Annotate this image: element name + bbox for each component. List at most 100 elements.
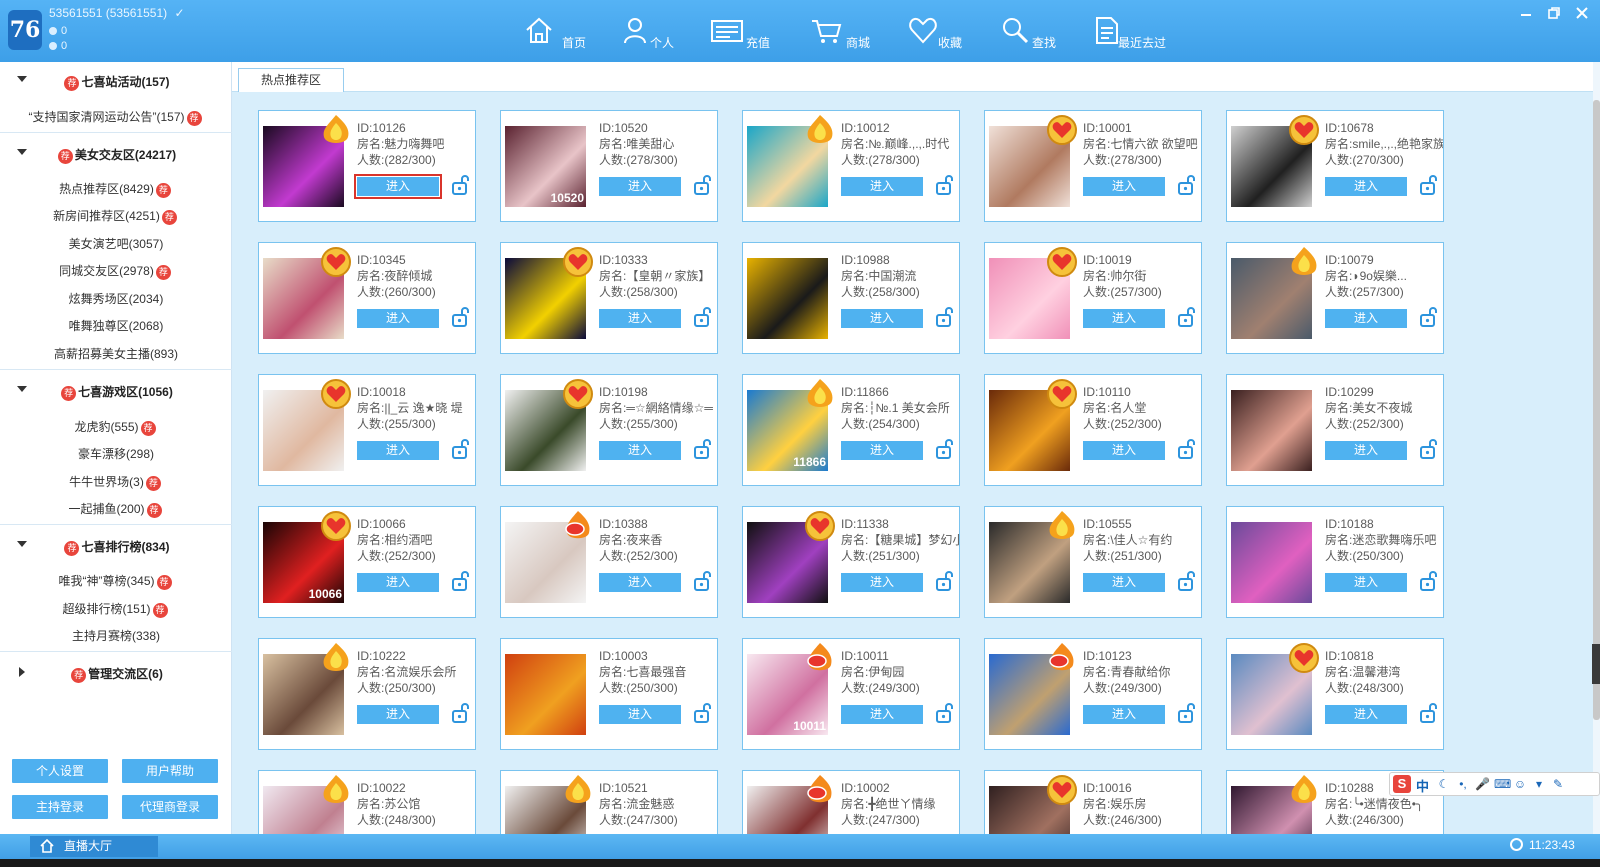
tools-icon[interactable]: ✎ (1551, 777, 1565, 791)
room-card[interactable]: ID:10022房名:苏公馆人数:(248/300)进入 (258, 770, 476, 834)
unlock-icon[interactable] (935, 306, 955, 328)
enter-room-button[interactable]: 进入 (1325, 177, 1407, 196)
unlock-icon[interactable] (935, 702, 955, 724)
enter-room-button[interactable]: 进入 (1083, 309, 1165, 328)
personal-settings-button[interactable]: 个人设置 (12, 759, 108, 783)
close-button[interactable] (1574, 6, 1590, 22)
nav-mall[interactable]: 商城 (810, 14, 880, 54)
room-card[interactable]: ID:10299 房名:美女不夜城 人数:(252/300) 进入 (1226, 374, 1444, 486)
enter-room-button[interactable]: 进入 (1325, 705, 1407, 724)
enter-room-button[interactable]: 进入 (599, 441, 681, 460)
punctuation-icon[interactable]: •, (1456, 777, 1470, 791)
sidebar-item[interactable]: 高薪招募美女主播(893) (0, 345, 232, 362)
room-card[interactable]: ID:10003 房名:七喜最强音 人数:(250/300) 进入 (500, 638, 718, 750)
room-card[interactable]: ID:10555 房名:\佳人☆有约 人数:(251/300) 进入 (984, 506, 1202, 618)
ime-mode[interactable]: 中 (1416, 776, 1429, 795)
user-help-button[interactable]: 用户帮助 (122, 759, 218, 783)
vertical-scrollbar[interactable] (1593, 62, 1600, 834)
room-thumbnail[interactable] (747, 258, 828, 339)
scrollbar-thumb[interactable] (1593, 100, 1600, 720)
sidebar-item[interactable]: 美女演艺吧(3057) (0, 235, 232, 252)
unlock-icon[interactable] (451, 570, 471, 592)
room-card[interactable]: ID:10123 房名:青春献给你 人数:(249/300) 进入 (984, 638, 1202, 750)
enter-room-button[interactable]: 进入 (357, 309, 439, 328)
sidebar-item[interactable]: 唯舞独尊区(2068) (0, 317, 232, 334)
room-card[interactable]: ID:10818 房名:温馨港湾 人数:(248/300) 进入 (1226, 638, 1444, 750)
room-card[interactable]: ID:10345 房名:夜醉倾城 人数:(260/300) 进入 (258, 242, 476, 354)
enter-room-button[interactable]: 进入 (599, 309, 681, 328)
sidebar-item[interactable]: 豪车漂移(298) (0, 445, 232, 462)
nav-home[interactable]: 首页 (524, 14, 594, 54)
room-card[interactable]: ID:10188 房名:迷恋歌舞嗨乐吧 人数:(250/300) 进入 (1226, 506, 1444, 618)
room-card[interactable]: ID:10079 房名:◗9o娱樂... 人数:(257/300) 进入 (1226, 242, 1444, 354)
room-card[interactable]: ID:10988 房名:中国潮流 人数:(258/300) 进入 (742, 242, 960, 354)
enter-room-button[interactable]: 进入 (354, 174, 442, 199)
unlock-icon[interactable] (693, 702, 713, 724)
room-card[interactable]: ID:10678 房名:smile,.,.,绝艳家族彡人数:(270/300) 进入 (1226, 110, 1444, 222)
unlock-icon[interactable] (1419, 570, 1439, 592)
unlock-icon[interactable] (693, 174, 713, 196)
unlock-icon[interactable] (1177, 438, 1197, 460)
minimize-button[interactable] (1518, 6, 1534, 22)
sidebar-item[interactable]: 一起捕鱼(200) 荐 (0, 500, 232, 518)
sidebar-group-3[interactable]: 荐七喜排行榜(834) (0, 528, 232, 564)
room-thumbnail[interactable]: 10520 (505, 126, 586, 207)
ime-toolbar[interactable]: S 中 ☾ •, 🎤 ⌨ ☺ ▾ ✎ (1389, 772, 1600, 796)
enter-room-button[interactable]: 进入 (1325, 573, 1407, 592)
enter-room-button[interactable]: 进入 (841, 573, 923, 592)
room-thumbnail[interactable] (505, 654, 586, 735)
enter-room-button[interactable]: 进入 (357, 573, 439, 592)
restore-button[interactable] (1546, 6, 1562, 22)
enter-room-button[interactable]: 进入 (357, 441, 439, 460)
unlock-icon[interactable] (1177, 174, 1197, 196)
enter-room-button[interactable]: 进入 (841, 309, 923, 328)
unlock-icon[interactable] (935, 174, 955, 196)
enter-room-button[interactable]: 进入 (599, 705, 681, 724)
sidebar-group-1[interactable]: 荐美女交友区(24217) (0, 136, 232, 172)
unlock-icon[interactable] (1177, 702, 1197, 724)
sidebar-item[interactable]: 唯我“神”尊榜(345) 荐 (0, 572, 232, 590)
unlock-icon[interactable] (1419, 702, 1439, 724)
enter-room-button[interactable]: 进入 (357, 705, 439, 724)
nav-favorites[interactable]: 收藏 (908, 14, 978, 54)
enter-room-button[interactable]: 进入 (841, 177, 923, 196)
sidebar-item[interactable]: 主持月赛榜(338) (0, 627, 232, 644)
unlock-icon[interactable] (451, 702, 471, 724)
moon-icon[interactable]: ☾ (1437, 777, 1451, 791)
microphone-icon[interactable]: 🎤 (1475, 777, 1490, 791)
nav-recent[interactable]: 最近去过 (1092, 14, 1182, 54)
unlock-icon[interactable] (935, 570, 955, 592)
sidebar-item[interactable]: 超级排行榜(151) 荐 (0, 600, 232, 618)
sidebar-item[interactable]: 同城交友区(2978) 荐 (0, 262, 232, 280)
room-card[interactable]: ID:10521房名:流金魅惑人数:(247/300)进入 (500, 770, 718, 834)
room-card[interactable]: ID:10002房名:╋绝世ㄚ情缘人数:(247/300)进入 (742, 770, 960, 834)
skin-icon[interactable]: ▾ (1532, 777, 1546, 791)
room-card[interactable]: 11866 ID:11866 房名:┆№.1 美女会所 人数:(254/300) 进入 (742, 374, 960, 486)
enter-room-button[interactable]: 进入 (841, 441, 923, 460)
unlock-icon[interactable] (451, 306, 471, 328)
agent-login-button[interactable]: 代理商登录 (122, 795, 218, 819)
room-card[interactable]: 10011 ID:10011 房名:伊甸园 人数:(249/300) 进入 (742, 638, 960, 750)
room-thumbnail[interactable] (1231, 522, 1312, 603)
sidebar-item[interactable]: 龙虎豹(555) 荐 (0, 418, 232, 436)
keyboard-icon[interactable]: ⌨ (1494, 777, 1511, 791)
enter-room-button[interactable]: 进入 (1083, 705, 1165, 724)
unlock-icon[interactable] (1419, 438, 1439, 460)
unlock-icon[interactable] (451, 438, 471, 460)
sidebar-group-0[interactable]: 荐七喜站活动(157) (0, 63, 232, 99)
enter-room-button[interactable]: 进入 (1325, 441, 1407, 460)
room-card[interactable]: 10520 ID:10520 房名:唯美甜心 人数:(278/300) 进入 (500, 110, 718, 222)
room-card[interactable]: ID:10198 房名:═☆網絡情缘☆═ 人数:(255/300) 进入 (500, 374, 718, 486)
nav-personal[interactable]: 个人 (620, 14, 680, 54)
room-card[interactable]: ID:10016房名:娱乐房人数:(246/300)进入 (984, 770, 1202, 834)
room-card[interactable]: ID:10126 房名:魅力嗨舞吧 人数:(282/300) 进入 (258, 110, 476, 222)
enter-room-button[interactable]: 进入 (1083, 573, 1165, 592)
room-card[interactable]: ID:10110 房名:名人堂 人数:(252/300) 进入 (984, 374, 1202, 486)
nav-search[interactable]: 查找 (1000, 14, 1070, 54)
room-card[interactable]: ID:11338 房名:【糖果城】梦幻小屋人数:(251/300) 进入 (742, 506, 960, 618)
sidebar-group-2[interactable]: 荐七喜游戏区(1056) (0, 373, 232, 409)
unlock-icon[interactable] (693, 306, 713, 328)
nav-recharge[interactable]: 充值 (710, 14, 780, 54)
room-card[interactable]: ID:10333 房名:【皇朝〃家族】 人数:(258/300) 进入 (500, 242, 718, 354)
enter-room-button[interactable]: 进入 (1083, 177, 1165, 196)
